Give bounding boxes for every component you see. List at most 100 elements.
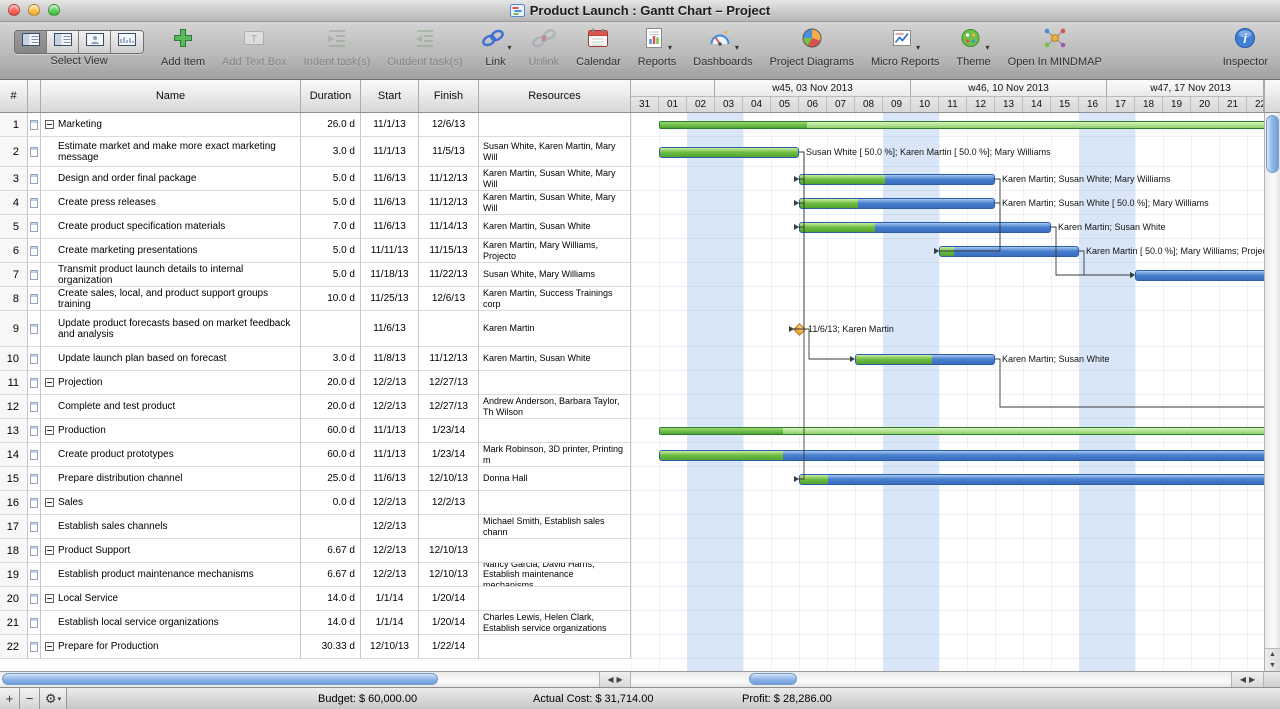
- gantt-hscroll-thumb[interactable]: [749, 673, 797, 685]
- scroll-up-icon[interactable]: ▲: [1269, 649, 1276, 660]
- column-header-duration[interactable]: Duration: [301, 80, 361, 112]
- column-header-icon[interactable]: [28, 80, 41, 112]
- column-header-resources[interactable]: Resources: [479, 80, 631, 112]
- view-segment-4[interactable]: [111, 31, 143, 53]
- gantt-horizontal-scrollbar[interactable]: [631, 672, 1232, 687]
- task-bar[interactable]: [1135, 270, 1264, 281]
- task-row-8[interactable]: 8Create sales, local, and product suppor…: [0, 287, 1264, 311]
- task-bar[interactable]: [799, 474, 1264, 485]
- week-header-1: w45, 03 Nov 2013: [715, 80, 911, 96]
- start-cell: 11/6/13: [361, 215, 419, 239]
- toolbar-button-theme[interactable]: ▾Theme: [956, 26, 990, 68]
- task-row-21[interactable]: 21Establish local service organizations1…: [0, 611, 1264, 635]
- task-bar[interactable]: [659, 450, 1264, 461]
- task-row-22[interactable]: 22Prepare for Production30.33 d12/10/131…: [0, 635, 1264, 659]
- actions-gear-button[interactable]: ⚙▾: [40, 688, 67, 709]
- toolbar-button-add-text-box[interactable]: TAdd Text Box: [222, 26, 287, 68]
- view-segment-1[interactable]: [15, 31, 47, 53]
- toolbar-button-indent-task-s[interactable]: Indent task(s): [304, 26, 371, 68]
- collapse-icon[interactable]: [45, 546, 54, 555]
- summary-bar[interactable]: [659, 121, 1264, 129]
- collapse-icon[interactable]: [45, 642, 54, 651]
- toolbar-button-outdent-task-s[interactable]: Outdent task(s): [387, 26, 462, 68]
- start-cell: 12/10/13: [361, 635, 419, 659]
- task-row-17[interactable]: 17Establish sales channels12/2/13Michael…: [0, 515, 1264, 539]
- task-row-5[interactable]: 5Create product specification materials7…: [0, 215, 1264, 239]
- day-header-20: 20: [1191, 97, 1219, 112]
- collapse-icon[interactable]: [45, 594, 54, 603]
- table-hscroll-thumb[interactable]: [2, 673, 438, 685]
- column-header-start[interactable]: Start: [361, 80, 419, 112]
- summary-bar[interactable]: [659, 427, 1264, 435]
- task-row-6[interactable]: 6Create marketing presentations5.0 d11/1…: [0, 239, 1264, 263]
- collapse-icon[interactable]: [45, 120, 54, 129]
- gantt-cell: [631, 515, 1264, 539]
- start-cell: 11/18/13: [361, 263, 419, 287]
- task-bar[interactable]: [799, 174, 995, 185]
- task-bar[interactable]: [855, 354, 995, 365]
- toolbar-button-open-in-mindmap[interactable]: Open In MINDMAP: [1008, 26, 1102, 68]
- task-row-14[interactable]: 14Create product prototypes60.0 d11/1/13…: [0, 443, 1264, 467]
- task-row-15[interactable]: 15Prepare distribution channel25.0 d11/6…: [0, 467, 1264, 491]
- scroll-right-icon[interactable]: ▶: [1249, 675, 1255, 684]
- task-row-19[interactable]: 19Establish product maintenance mechanis…: [0, 563, 1264, 587]
- scroll-down-icon[interactable]: ▼: [1269, 660, 1276, 671]
- toolbar-button-unlink[interactable]: Unlink: [529, 26, 560, 68]
- task-row-20[interactable]: 20Local Service14.0 d1/1/141/20/14: [0, 587, 1264, 611]
- task-row-1[interactable]: 1Marketing26.0 d11/1/1312/6/13: [0, 113, 1264, 137]
- toolbar-button-micro-reports[interactable]: ▾Micro Reports: [871, 26, 939, 68]
- task-row-3[interactable]: 3Design and order final package5.0 d11/6…: [0, 167, 1264, 191]
- task-bar[interactable]: [939, 246, 1079, 257]
- task-row-12[interactable]: 12Complete and test product20.0 d12/2/13…: [0, 395, 1264, 419]
- add-task-button[interactable]: +: [0, 688, 20, 709]
- toolbar-button-dashboards[interactable]: ▾Dashboards: [693, 26, 752, 68]
- view-segment-2[interactable]: [47, 31, 79, 53]
- task-bar[interactable]: [799, 222, 1051, 233]
- toolbar-button-link[interactable]: ▾Link: [480, 26, 512, 68]
- column-header-finish[interactable]: Finish: [419, 80, 479, 112]
- task-row-18[interactable]: 18Product Support6.67 d12/2/1312/10/13: [0, 539, 1264, 563]
- task-row-9[interactable]: 9Update product forecasts based on marke…: [0, 311, 1264, 347]
- task-bar[interactable]: [799, 198, 995, 209]
- table-header: # NameDurationStartFinishResources: [0, 80, 631, 112]
- toolbar-button-inspector[interactable]: iInspector: [1223, 26, 1268, 68]
- task-row-16[interactable]: 16Sales0.0 d12/2/1312/2/13: [0, 491, 1264, 515]
- remove-task-button[interactable]: −: [20, 688, 40, 709]
- task-row-10[interactable]: 10Update launch plan based on forecast3.…: [0, 347, 1264, 371]
- vertical-scrollbar-thumb[interactable]: [1266, 115, 1279, 173]
- toolbar-button-reports[interactable]: ▾Reports: [638, 26, 677, 68]
- vertical-scrollbar[interactable]: ▲ ▼: [1264, 113, 1280, 671]
- gantt-cell: Karen Martin; Susan White: [631, 347, 1264, 371]
- collapse-icon[interactable]: [45, 378, 54, 387]
- collapse-icon[interactable]: [45, 426, 54, 435]
- task-row-13[interactable]: 13Production60.0 d11/1/131/23/14: [0, 419, 1264, 443]
- dropdown-arrow-icon: ▾: [986, 43, 990, 55]
- task-row-11[interactable]: 11Projection20.0 d12/2/1312/27/13: [0, 371, 1264, 395]
- close-button[interactable]: [8, 4, 20, 16]
- collapse-icon[interactable]: [45, 498, 54, 507]
- toolbar-button-calendar[interactable]: Calendar: [576, 26, 621, 68]
- task-row-4[interactable]: 4Create press releases5.0 d11/6/1311/12/…: [0, 191, 1264, 215]
- toolbar-button-project-diagrams[interactable]: Project Diagrams: [770, 26, 854, 68]
- start-cell: 1/1/14: [361, 587, 419, 611]
- row-number: 22: [0, 635, 28, 659]
- task-name-cell: Production: [41, 419, 301, 443]
- toolbar-button-add-item[interactable]: Add Item: [161, 26, 205, 68]
- task-name-cell: Design and order final package: [41, 167, 301, 191]
- table-horizontal-scrollbar[interactable]: [0, 672, 600, 687]
- task-row-2[interactable]: 2Estimate market and make more exact mar…: [0, 137, 1264, 167]
- finish-cell: 1/22/14: [419, 635, 479, 659]
- start-cell: 11/6/13: [361, 311, 419, 347]
- scroll-left-icon[interactable]: ◀: [607, 675, 613, 684]
- column-header-num[interactable]: #: [0, 80, 28, 112]
- scroll-left-icon[interactable]: ◀: [1240, 675, 1246, 684]
- scroll-right-icon[interactable]: ▶: [617, 675, 623, 684]
- task-row-7[interactable]: 7Transmit product launch details to inte…: [0, 263, 1264, 287]
- view-segment-3[interactable]: [79, 31, 111, 53]
- task-bar[interactable]: [659, 147, 799, 158]
- finish-cell: 11/12/13: [419, 167, 479, 191]
- milestone-diamond[interactable]: [793, 323, 806, 336]
- minimize-button[interactable]: [28, 4, 40, 16]
- column-header-name[interactable]: Name: [41, 80, 301, 112]
- zoom-button[interactable]: [48, 4, 60, 16]
